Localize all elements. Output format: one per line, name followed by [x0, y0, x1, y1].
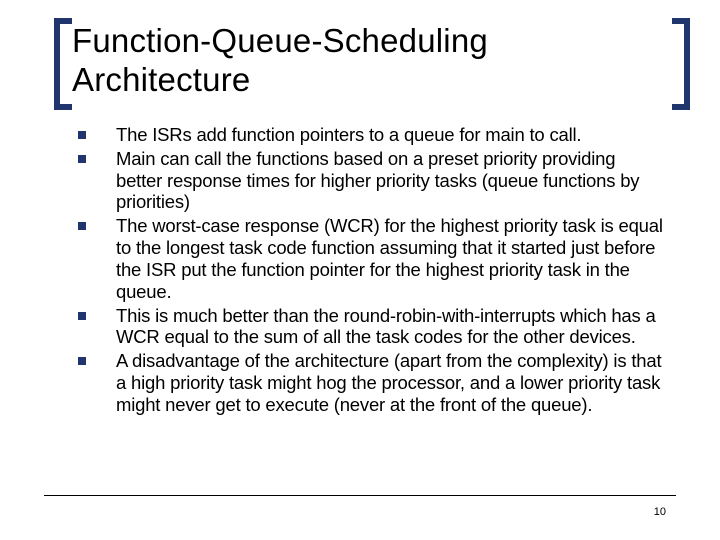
list-item: Main can call the functions based on a p…	[78, 148, 666, 213]
square-bullet-icon	[78, 222, 86, 230]
page-number: 10	[654, 506, 666, 518]
bullet-text: The ISRs add function pointers to a queu…	[116, 124, 581, 146]
bracket-right-decoration	[672, 18, 690, 110]
slide-title: Function-Queue-Scheduling Architecture	[72, 22, 672, 100]
bullet-text: A disadvantage of the architecture (apar…	[116, 350, 666, 415]
square-bullet-icon	[78, 155, 86, 163]
square-bullet-icon	[78, 312, 86, 320]
bullet-text: This is much better than the round-robin…	[116, 305, 666, 349]
bullet-text: The worst-case response (WCR) for the hi…	[116, 215, 666, 302]
list-item: A disadvantage of the architecture (apar…	[78, 350, 666, 415]
slide: Function-Queue-Scheduling Architecture T…	[0, 0, 720, 540]
list-item: The ISRs add function pointers to a queu…	[78, 124, 666, 146]
square-bullet-icon	[78, 357, 86, 365]
bullet-text: Main can call the functions based on a p…	[116, 148, 666, 213]
square-bullet-icon	[78, 131, 86, 139]
list-item: The worst-case response (WCR) for the hi…	[78, 215, 666, 302]
bracket-left-decoration	[54, 18, 72, 110]
slide-body: The ISRs add function pointers to a queu…	[72, 124, 672, 416]
list-item: This is much better than the round-robin…	[78, 305, 666, 349]
title-block: Function-Queue-Scheduling Architecture	[72, 22, 672, 100]
footer-divider	[44, 495, 676, 496]
